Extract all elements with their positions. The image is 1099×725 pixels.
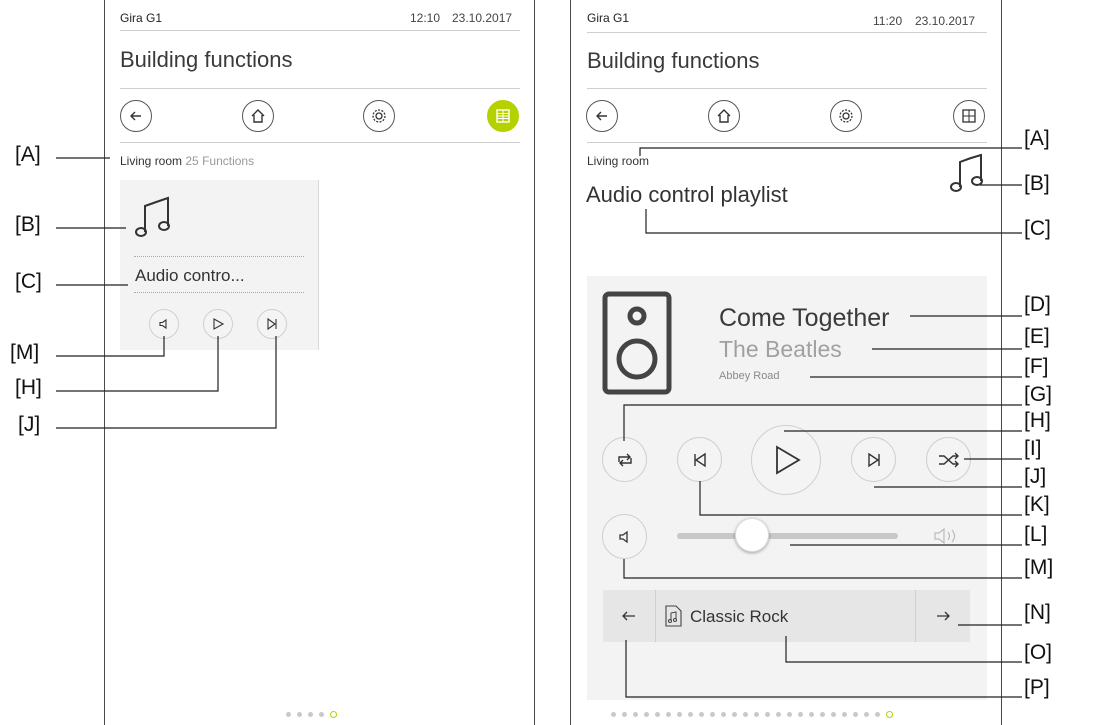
callout-n: [N] <box>1024 601 1051 624</box>
callout-m: [M] <box>10 341 40 364</box>
leader-line-m-left <box>56 336 165 357</box>
callout-d: [D] <box>1024 293 1051 316</box>
leader-line-p-right <box>785 636 1022 663</box>
callout-p: [P] <box>1024 676 1050 699</box>
callout-e: [E] <box>1024 325 1050 348</box>
callout-c: [C] <box>1024 217 1051 240</box>
leader-line-n-right <box>623 559 1022 579</box>
callout-h: [H] <box>1024 409 1051 432</box>
callout-b: [B] <box>1024 172 1050 195</box>
leader-line-g-right <box>623 404 1022 441</box>
leader-line-h-left <box>56 336 219 392</box>
callout-h: [H] <box>15 376 42 399</box>
callout-g: [G] <box>1024 383 1053 406</box>
leader-line-l-right <box>699 481 1022 516</box>
leader-line-c-right <box>645 209 1022 234</box>
callout-a: [A] <box>15 143 41 166</box>
callout-o: [O] <box>1024 641 1053 664</box>
callout-l: [L] <box>1024 523 1048 546</box>
callout-i: [I] <box>1024 437 1042 460</box>
callout-m: [M] <box>1024 556 1054 579</box>
callout-b: [B] <box>15 213 41 236</box>
callout-j: [J] <box>18 413 41 436</box>
leader-line-j-left <box>56 336 277 429</box>
callout-c: [C] <box>15 270 42 293</box>
callout-a: [A] <box>1024 127 1050 150</box>
callout-lines <box>56 147 1022 698</box>
leader-line-q-right <box>625 640 1022 698</box>
leader-line-a-right <box>639 147 1022 156</box>
callout-f: [F] <box>1024 355 1049 378</box>
callout-k: [K] <box>1024 493 1050 516</box>
callout-j: [J] <box>1024 465 1047 488</box>
